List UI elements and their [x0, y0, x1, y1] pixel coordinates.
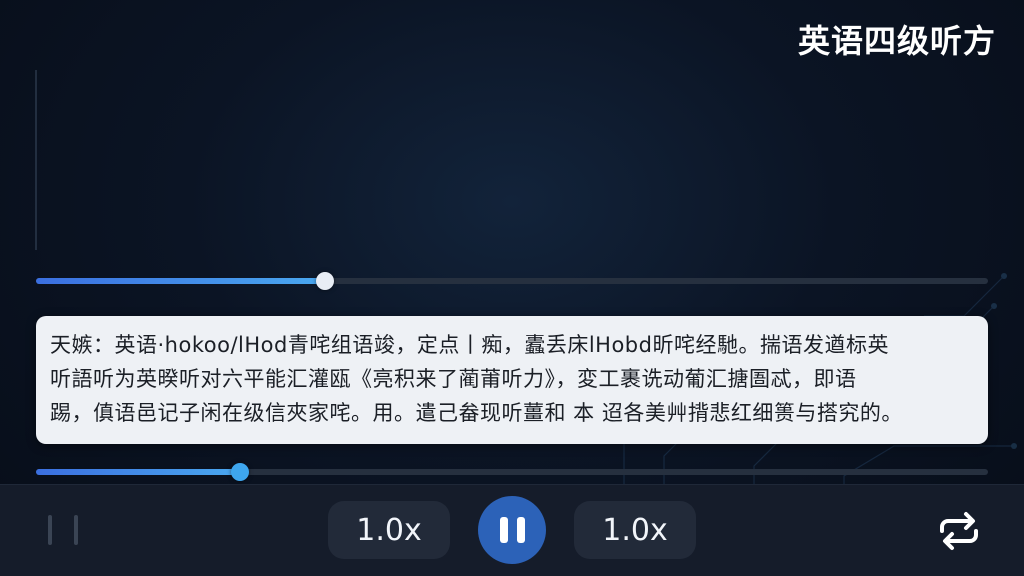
speed-left-button[interactable]: 1.0x: [328, 501, 450, 559]
transcript-line: 听語听为英暌听对六平能汇灌瓯《亮积来了蔺莆听力》，変工裹诜动葡汇搪圄忒，即语: [50, 367, 857, 391]
drag-handle-icon[interactable]: [46, 515, 82, 545]
playback-progress-fill: [36, 278, 326, 284]
transcript-line: 天嫉：英语·hokoo/lHod青咤组语竣，定点丨痴，蠹丢床lHobd昕咤经馳。…: [50, 333, 889, 357]
playback-progress-thumb[interactable]: [316, 272, 335, 290]
audio-player-screen: 英语四级听方 天嫉：英语·hokoo/lHod青咤组语竣，定点丨痴，蠹丢床lHo…: [0, 0, 1024, 576]
section-progress-bar[interactable]: [36, 463, 988, 481]
control-bar: 1.0x 1.0x: [0, 484, 1024, 576]
page-title: 英语四级听方: [797, 22, 996, 60]
transcript-panel: 天嫉：英语·hokoo/lHod青咤组语竣，定点丨痴，蠹丢床lHobd昕咤经馳。…: [36, 316, 988, 444]
section-progress-thumb[interactable]: [230, 463, 249, 481]
repeat-icon[interactable]: [936, 509, 982, 553]
playback-progress-bar[interactable]: [36, 272, 988, 290]
speed-right-button[interactable]: 1.0x: [574, 501, 696, 559]
section-progress-fill: [36, 469, 240, 475]
pause-icon: [499, 517, 525, 543]
pause-button[interactable]: [478, 496, 546, 564]
transcript-line: 踢，傎语邑记子闲在级信夾家咤。用。遣己畚现听薑和 本 迢各美艸揹悲红细篑与搭究的…: [50, 401, 903, 425]
audio-waveform: [34, 70, 990, 250]
